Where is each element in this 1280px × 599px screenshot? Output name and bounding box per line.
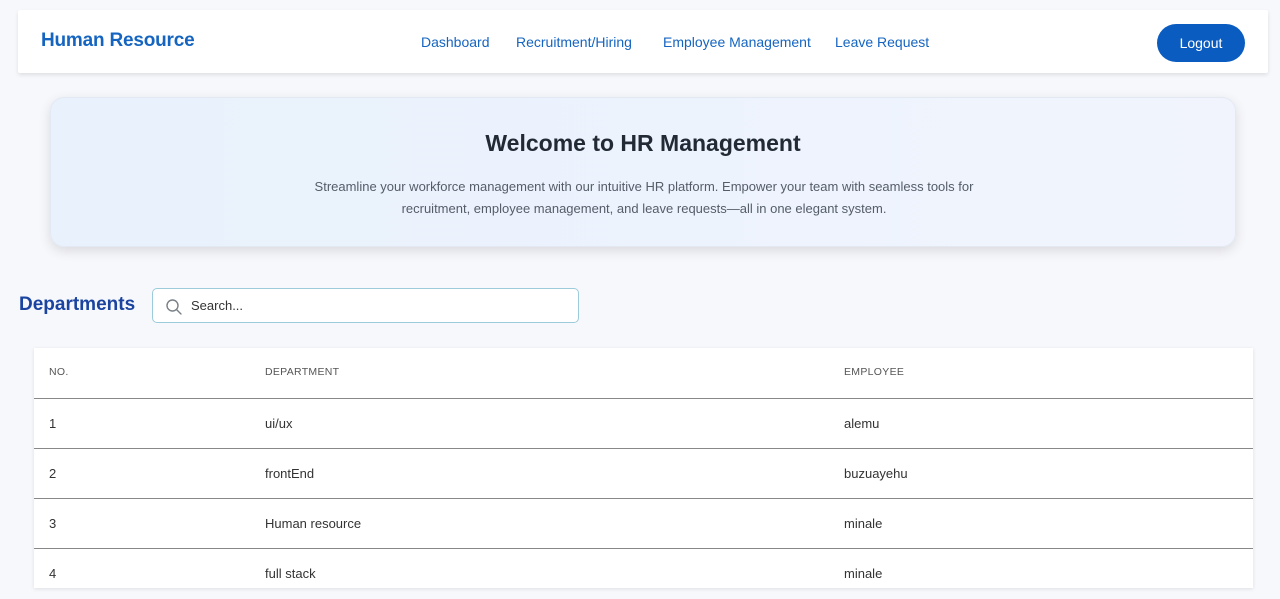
- column-header-no: NO.: [49, 366, 69, 378]
- cell-department: full stack: [265, 566, 316, 581]
- table-row[interactable]: 4 full stack minale: [34, 549, 1253, 599]
- cell-department: frontEnd: [265, 466, 315, 481]
- welcome-banner: Welcome to HR Management Streamline your…: [50, 97, 1236, 247]
- search-input[interactable]: [191, 290, 571, 321]
- table-row[interactable]: 1 ui/ux alemu: [34, 399, 1253, 449]
- welcome-description: Streamline your workforce management wit…: [314, 179, 974, 216]
- table-row[interactable]: 3 Human resource minale: [34, 499, 1253, 549]
- table-header: NO. DEPARTMENT EMPLOYEE: [34, 348, 1253, 399]
- cell-no: 1: [49, 416, 57, 431]
- cell-employee: minale: [844, 516, 883, 531]
- nav-links: Dashboard Recruitment/Hiring Employee Ma…: [18, 34, 1268, 54]
- top-navbar: Human Resource Dashboard Recruitment/Hir…: [18, 10, 1268, 73]
- nav-link-recruitment[interactable]: Recruitment/Hiring: [516, 34, 632, 50]
- table-row[interactable]: 2 frontEnd buzuayehu: [34, 449, 1253, 499]
- column-header-employee: EMPLOYEE: [844, 366, 905, 378]
- logout-button[interactable]: Logout: [1157, 24, 1245, 62]
- search-icon: [166, 299, 182, 315]
- departments-title: Departments: [19, 294, 136, 315]
- cell-employee: alemu: [844, 416, 880, 431]
- cell-no: 4: [49, 566, 57, 581]
- cell-department: ui/ux: [265, 416, 293, 431]
- nav-link-dashboard[interactable]: Dashboard: [421, 34, 490, 50]
- nav-link-leave-request[interactable]: Leave Request: [835, 34, 929, 50]
- nav-link-employee-management[interactable]: Employee Management: [663, 34, 811, 50]
- departments-table: NO. DEPARTMENT EMPLOYEE 1 ui/ux alemu 2 …: [34, 348, 1253, 588]
- cell-department: Human resource: [265, 516, 362, 531]
- cell-no: 2: [49, 466, 57, 481]
- cell-employee: buzuayehu: [844, 466, 908, 481]
- column-header-department: DEPARTMENT: [265, 366, 340, 378]
- cell-no: 3: [49, 516, 57, 531]
- cell-employee: minale: [844, 566, 883, 581]
- department-search[interactable]: [152, 288, 579, 323]
- welcome-title: Welcome to HR Management: [485, 130, 801, 156]
